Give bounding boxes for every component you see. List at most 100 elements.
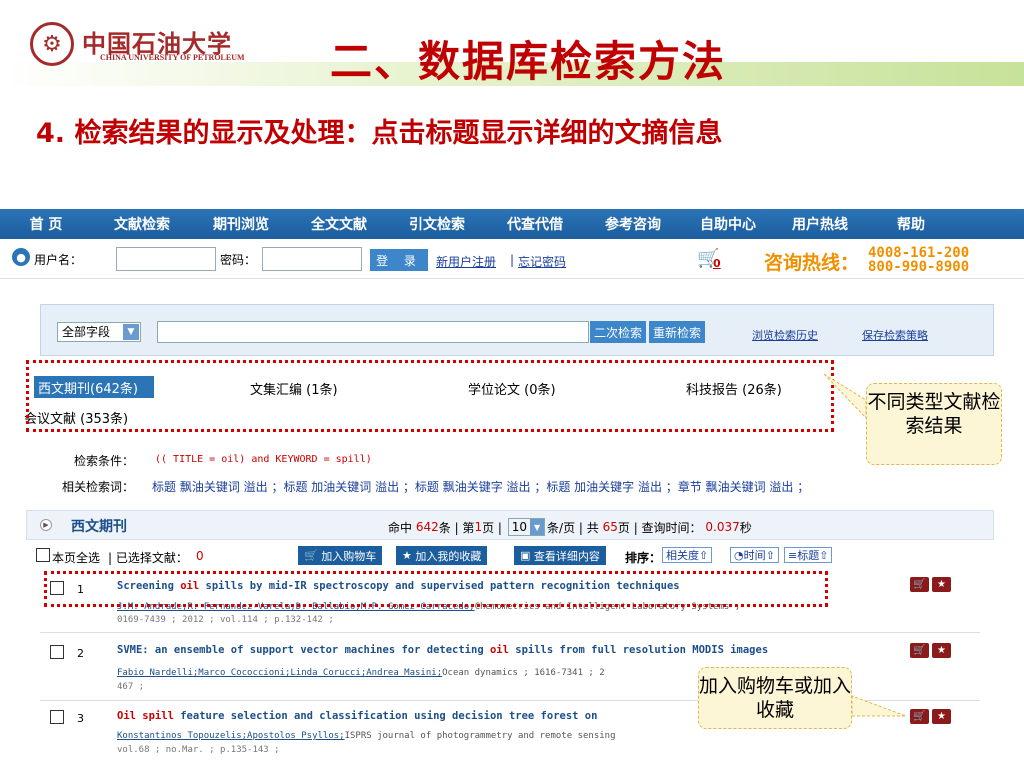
- total-pages: 65: [602, 520, 618, 534]
- list-icon: ≡: [788, 548, 798, 562]
- article-title[interactable]: SVME: an ensemble of support vector mach…: [117, 644, 768, 656]
- nav-self-service[interactable]: 自助中心: [682, 214, 774, 234]
- article-source: Ocean dynamics ; 1616-7341 ; 2: [442, 668, 605, 678]
- hotline-numbers: 4008-161-200 800-990-8900: [868, 246, 969, 274]
- add-to-cart-icon[interactable]: 🛒: [910, 577, 929, 592]
- add-to-cart-label: 加入购物车: [321, 549, 377, 563]
- university-logo-icon: ⚙: [30, 22, 74, 66]
- selected-prefix: | 已选择文献：: [108, 551, 188, 565]
- view-detail-button[interactable]: ▣ 查看详细内容: [514, 546, 606, 565]
- favorite-icon[interactable]: ★: [932, 709, 951, 724]
- callout-cart: 加入购物车或加入收藏: [698, 667, 852, 729]
- authors-link[interactable]: Fabio Nardelli;Marco Cococcioni;Linda Co…: [117, 668, 442, 678]
- hits-suffix: 条 | 第: [438, 520, 475, 535]
- related-terms-label: 相关检索词：: [62, 480, 135, 494]
- login-separator: |: [510, 253, 515, 267]
- page-suffix: 页 |: [482, 520, 502, 535]
- add-to-cart-icon[interactable]: 🛒: [910, 709, 929, 724]
- article-details: vol.68 ; no.Mar. ; p.135-143 ;: [117, 745, 280, 755]
- sort-arrow-icon: ⇧: [699, 548, 709, 562]
- password-input[interactable]: [262, 247, 362, 271]
- article-details: 0169-7439 ; 2012 ; vol.114 ; p.132-142 ;: [117, 615, 334, 625]
- sort-time-button[interactable]: ◔ 时间 ⇧: [730, 547, 779, 563]
- sort-arrow-icon: ⇧: [765, 548, 775, 562]
- new-search-button[interactable]: 重新检索: [649, 321, 705, 343]
- article-title[interactable]: Oil spill feature selection and classifi…: [117, 710, 597, 722]
- login-button[interactable]: 登 录: [370, 249, 428, 271]
- results-section-title: 西文期刊: [71, 519, 127, 535]
- nav-document-delivery[interactable]: 代查代借: [486, 214, 584, 234]
- add-to-cart-icon[interactable]: 🛒: [910, 643, 929, 658]
- sort-relevance-label: 相关度: [666, 549, 699, 562]
- nav-home[interactable]: 首 页: [0, 214, 92, 234]
- article-details: 467 ;: [117, 682, 145, 692]
- chevron-down-icon: ▼: [123, 324, 139, 340]
- select-all-checkbox[interactable]: [36, 548, 50, 562]
- slide-subtitle: 4. 检索结果的显示及处理：点击标题显示详细的文摘信息: [36, 118, 723, 149]
- sort-arrow-icon: ⇧: [819, 548, 829, 562]
- callout-pointer-cart: [851, 695, 907, 717]
- nav-citation-search[interactable]: 引文检索: [388, 214, 486, 234]
- favorite-icon[interactable]: ★: [932, 577, 951, 592]
- sort-label: 排序：: [625, 551, 662, 565]
- highlight-categories: [26, 360, 834, 432]
- collapse-bullet-icon[interactable]: ▶: [40, 519, 52, 531]
- current-page: 1: [474, 520, 483, 534]
- time-prefix: 页 | 查询时间：: [617, 520, 702, 535]
- nav-journal-browse[interactable]: 期刊浏览: [192, 214, 290, 234]
- hotline-number-2: 800-990-8900: [868, 259, 970, 275]
- field-select-value: 全部字段: [62, 325, 111, 339]
- hotline-label: 咨询热线：: [764, 252, 860, 274]
- per-page-select[interactable]: 10 ▼: [507, 518, 546, 536]
- nav-help[interactable]: 帮助: [866, 214, 956, 234]
- favorite-icon[interactable]: ★: [932, 643, 951, 658]
- nav-fulltext[interactable]: 全文文献: [290, 214, 388, 234]
- nav-literature-search[interactable]: 文献检索: [92, 214, 192, 234]
- favorite-icon: ★: [402, 549, 416, 562]
- per-page-suffix: 条/页 | 共: [547, 520, 599, 535]
- field-select[interactable]: 全部字段 ▼: [57, 322, 141, 342]
- article-checkbox[interactable]: [50, 710, 64, 724]
- title-part: SVME: an ensemble of support vector mach…: [117, 644, 490, 656]
- authors-link[interactable]: Konstantinos Topouzelis;Apostolos Psyllo…: [117, 731, 345, 741]
- title-part: spills from full resolution MODIS images: [508, 644, 769, 656]
- forgot-password-link[interactable]: 忘记密码: [518, 253, 566, 270]
- hits-prefix: 命中: [388, 520, 413, 535]
- title-part: feature selection and classification usi…: [173, 710, 598, 722]
- username-input[interactable]: [116, 247, 216, 271]
- article-authors: Konstantinos Topouzelis;Apostolos Psyllo…: [117, 731, 616, 741]
- register-link[interactable]: 新用户注册: [436, 253, 496, 270]
- search-history-link[interactable]: 浏览检索历史: [752, 327, 818, 343]
- view-detail-label: 查看详细内容: [533, 549, 600, 563]
- sort-title-label: 标题: [797, 549, 820, 562]
- condition-value: (( TITLE = oil) and KEYWORD = spill): [155, 454, 372, 465]
- add-to-cart-button[interactable]: 🛒 加入购物车: [298, 546, 383, 565]
- per-page-value: 10: [511, 520, 528, 534]
- nav-reference-consult[interactable]: 参考咨询: [584, 214, 682, 234]
- password-label: 密码：: [220, 253, 257, 267]
- hits-count: 642: [415, 520, 439, 534]
- article-checkbox[interactable]: [50, 645, 64, 659]
- sort-title-button[interactable]: ≡ 标题 ⇧: [784, 547, 833, 563]
- select-all-label: 本页全选: [52, 551, 101, 565]
- query-time: 0.037: [705, 520, 740, 534]
- main-nav: 首 页 文献检索 期刊浏览 全文文献 引文检索 代查代借 参考咨询 自助中心 用…: [0, 209, 1024, 239]
- article-authors: Fabio Nardelli;Marco Cococcioni;Linda Co…: [117, 668, 605, 678]
- save-strategy-link[interactable]: 保存检索策略: [862, 327, 928, 343]
- condition-label: 检索条件：: [74, 454, 135, 468]
- time-suffix: 秒: [739, 520, 752, 535]
- nav-hotline[interactable]: 用户热线: [774, 214, 866, 234]
- document-icon: ▣: [520, 549, 534, 562]
- clock-icon: ◔: [734, 548, 744, 562]
- secondary-search-button[interactable]: 二次检索: [590, 321, 646, 343]
- add-to-favorites-button[interactable]: ★ 加入我的收藏: [396, 546, 488, 565]
- slide-title: 二、数据库检索方法: [330, 37, 727, 86]
- cart-count[interactable]: 0: [713, 257, 721, 270]
- related-terms[interactable]: 标题 飘油关键词 溢出 ；标题 加油关键词 溢出 ；标题 飘油关键字 溢出 ；标…: [152, 478, 809, 495]
- highlight-article-title: [44, 571, 828, 607]
- username-label: 用户名：: [34, 253, 83, 267]
- slide: { "slide": { "logo_glyph": "⚙", "univers…: [0, 0, 1024, 768]
- keyword-input[interactable]: [157, 321, 589, 343]
- article-number: 2: [77, 647, 84, 660]
- sort-relevance-button[interactable]: 相关度 ⇧: [662, 547, 713, 563]
